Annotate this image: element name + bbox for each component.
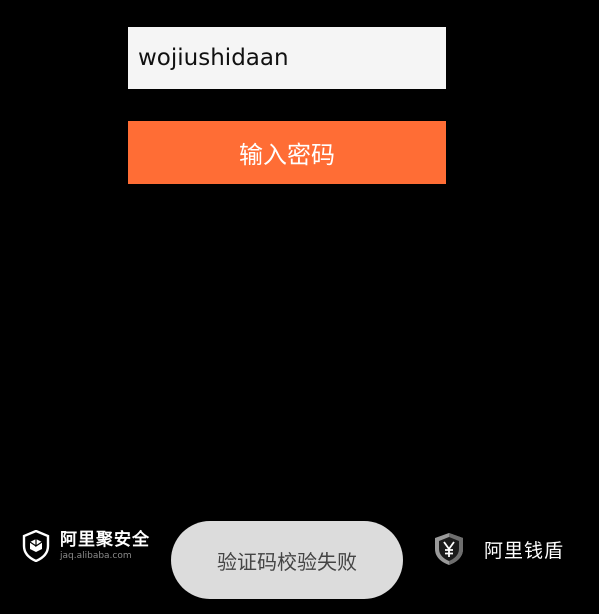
qiandun-logo: 阿里钱盾 <box>432 531 564 567</box>
aliju-security-logo: 阿里聚安全 jaq.alibaba.com <box>22 530 150 562</box>
app-screen: 输入密码 阿里聚安全 jaq.alibaba.com 验证码校验失败 阿里钱盾 <box>0 0 599 614</box>
security-shield-icon <box>22 530 50 562</box>
enter-password-button[interactable]: 输入密码 <box>128 121 446 184</box>
account-input[interactable] <box>128 27 446 89</box>
error-toast: 验证码校验失败 <box>171 521 403 599</box>
money-shield-icon <box>435 533 463 565</box>
left-brand-url: jaq.alibaba.com <box>60 551 132 561</box>
toast-message: 验证码校验失败 <box>217 549 357 574</box>
left-brand-name: 阿里聚安全 <box>60 530 150 550</box>
right-brand-name: 阿里钱盾 <box>484 539 565 562</box>
